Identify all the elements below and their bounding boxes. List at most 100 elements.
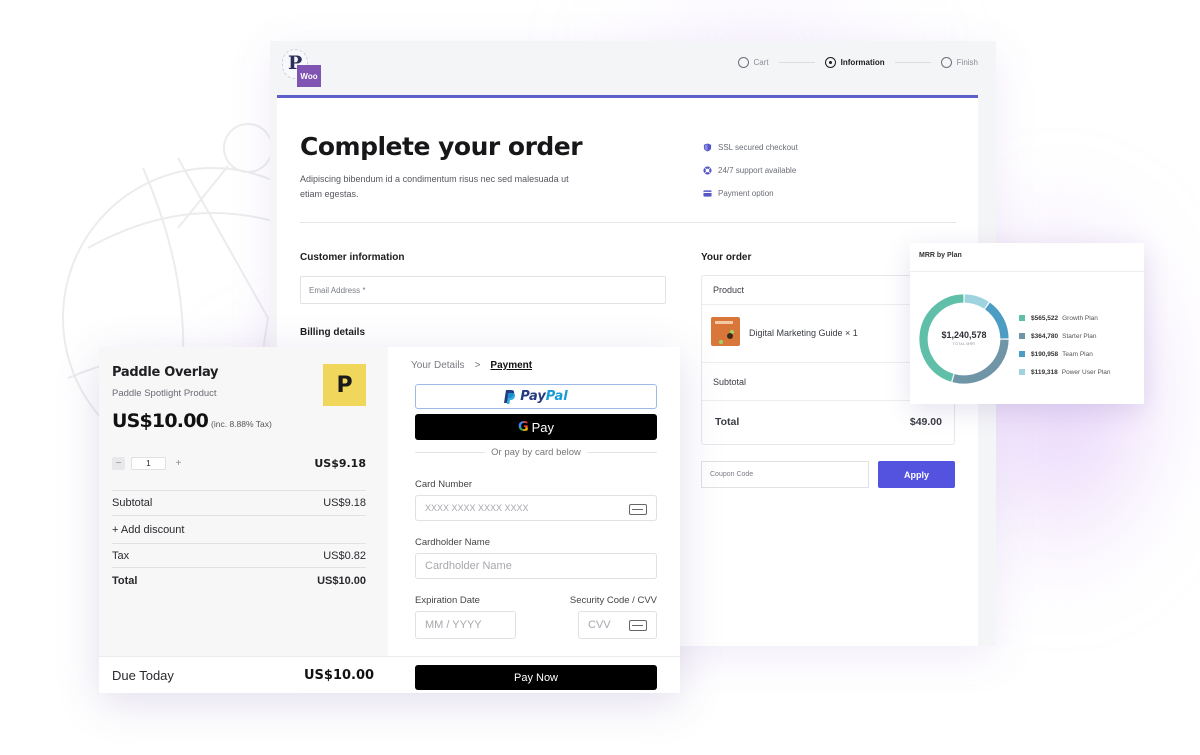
coupon-code-input[interactable]: Coupon Code	[701, 461, 869, 488]
apply-coupon-button[interactable]: Apply	[878, 461, 955, 488]
feature-ssl: SSL secured checkout	[703, 136, 798, 159]
legend-item: $565,522 Growth Plan	[1019, 309, 1111, 327]
cardholder-name-label: Cardholder Name	[415, 537, 490, 548]
legend-value: $364,780	[1031, 332, 1059, 340]
cvv-label: Security Code / CVV	[569, 595, 657, 606]
tax-value: US$0.82	[323, 550, 366, 562]
feature-label: Payment option	[718, 189, 774, 198]
legend-item: $364,780 Starter Plan	[1019, 327, 1111, 345]
cardholder-name-input[interactable]: Cardholder Name	[415, 553, 657, 579]
legend-item: $190,958 Team Plan	[1019, 345, 1111, 363]
credit-card-icon	[629, 504, 647, 515]
due-today-value: US$10.00	[304, 668, 375, 683]
product-thumbnail	[711, 317, 740, 346]
paypal-button[interactable]: Pay Pal	[415, 384, 657, 409]
paddle-footer: Due Today US$10.00 Pay Now	[99, 656, 680, 693]
breadcrumb-payment[interactable]: Payment	[490, 360, 532, 371]
mrr-by-plan-card: MRR by Plan $1,240,578 TOTAL MRR $565,52…	[910, 243, 1144, 404]
card-number-label: Card Number	[415, 479, 473, 490]
feature-label: 24/7 support available	[718, 166, 797, 175]
email-field[interactable]: Email Address *	[300, 276, 666, 304]
divider-line	[586, 452, 658, 453]
legend-label: Power User Plan	[1061, 368, 1111, 376]
breadcrumb-your-details[interactable]: Your Details	[411, 360, 465, 371]
legend-swatch	[1019, 369, 1025, 375]
feature-support: 24/7 support available	[703, 159, 798, 182]
subtotal-row: Subtotal US$9.18	[112, 497, 366, 509]
step-cart[interactable]: Cart	[737, 57, 769, 68]
radio-selected-icon	[824, 57, 836, 68]
subtotal-value: US$9.18	[323, 497, 366, 509]
feature-payment: Payment option	[703, 182, 798, 205]
tax-label: Tax	[112, 550, 130, 562]
total-value: $49.00	[909, 416, 942, 428]
divider	[112, 543, 366, 544]
chart-legend: $565,522 Growth Plan $364,780 Starter Pl…	[1019, 309, 1111, 381]
card-number-input[interactable]: XXXX XXXX XXXX XXXX	[415, 495, 657, 521]
shield-icon	[703, 143, 712, 152]
or-text: Or pay by card below	[491, 447, 581, 458]
add-discount-link[interactable]: + Add discount	[112, 524, 184, 536]
expiration-date-input[interactable]: MM / YYYY	[415, 611, 516, 639]
paypal-wordmark: Pal	[545, 389, 568, 404]
price-display: US$10.00 (inc. 8.88% Tax)	[112, 410, 272, 432]
chart-title: MRR by Plan	[919, 252, 962, 259]
order-item-name: Digital Marketing Guide × 1	[749, 328, 858, 338]
subtotal-label: Subtotal	[112, 497, 153, 509]
legend-label: Growth Plan	[1062, 314, 1098, 322]
paddle-overlay-checkout: Paddle Overlay Paddle Spotlight Product …	[99, 347, 680, 693]
payment-pane: Your Details > Payment Pay Pal G Pay Or p…	[388, 347, 680, 656]
checkout-steps: Cart Information Finish	[737, 57, 978, 68]
increase-quantity-button[interactable]: +	[172, 457, 185, 470]
total-label: Total	[112, 575, 138, 587]
section-divider	[300, 222, 956, 223]
donut-slice-power-user-plan	[964, 294, 989, 309]
breadcrumb: Your Details > Payment	[411, 360, 532, 371]
due-today-label: Due Today	[112, 668, 174, 683]
step-information[interactable]: Information	[824, 57, 885, 68]
step-connector	[778, 62, 815, 63]
billing-details-heading: Billing details	[300, 327, 366, 338]
overlay-title: Paddle Overlay	[112, 365, 219, 380]
product-name: Paddle Spotlight Product	[112, 388, 217, 399]
step-label: Cart	[753, 58, 769, 67]
credit-card-icon	[703, 190, 712, 197]
cvv-input[interactable]: CVV	[578, 611, 657, 639]
feature-label: SSL secured checkout	[718, 143, 798, 152]
column-header: Product	[713, 285, 745, 295]
decrease-quantity-button[interactable]: −	[112, 457, 125, 470]
support-icon	[703, 166, 712, 175]
line-price: US$9.18	[314, 457, 366, 470]
step-finish[interactable]: Finish	[940, 57, 978, 68]
customer-info-heading: Customer information	[300, 252, 405, 263]
paypal-wordmark: Pay	[520, 389, 546, 404]
donut-center-value: $1,240,578	[941, 330, 987, 340]
tax-row: Tax US$0.82	[112, 550, 366, 562]
quantity-input[interactable]: 1	[131, 457, 166, 470]
google-pay-button[interactable]: G Pay	[415, 414, 657, 440]
your-order-heading: Your order	[701, 252, 752, 263]
legend-item: $119,318 Power User Plan	[1019, 363, 1111, 381]
legend-value: $565,522	[1031, 314, 1059, 322]
pay-now-button[interactable]: Pay Now	[415, 665, 657, 690]
divider	[112, 490, 366, 491]
donut-center-label: TOTAL MRR	[952, 342, 976, 346]
legend-label: Team Plan	[1062, 350, 1093, 358]
radio-icon	[940, 57, 952, 68]
step-connector	[894, 62, 931, 63]
google-icon: G	[517, 419, 529, 435]
cvv-placeholder: CVV	[588, 619, 611, 631]
divider	[112, 567, 366, 568]
paddle-woo-logo: P Woo	[282, 49, 322, 87]
gpay-label: Pay	[531, 419, 555, 435]
total-label: Total	[715, 416, 740, 428]
subtotal-label: Subtotal	[713, 377, 747, 387]
order-total-row: Total $49.00	[702, 401, 954, 444]
legend-label: Starter Plan	[1062, 332, 1097, 340]
woocommerce-logo-icon: Woo	[297, 65, 321, 87]
or-divider: Or pay by card below	[415, 447, 658, 458]
paddle-logo-icon: P	[323, 364, 366, 406]
paypal-icon	[504, 389, 516, 404]
page-title: Complete your order	[300, 132, 583, 161]
total-value: US$10.00	[317, 575, 366, 587]
